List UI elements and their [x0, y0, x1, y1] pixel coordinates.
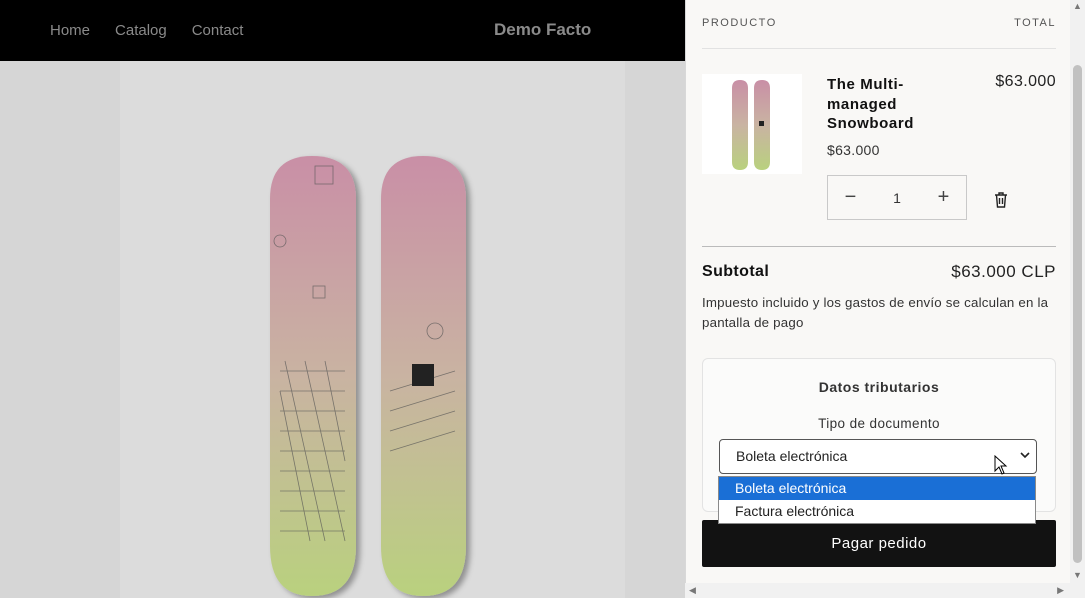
main-nav: Home Catalog Contact: [50, 0, 243, 61]
cart-item-price: $63.000: [827, 142, 880, 158]
column-header-product: PRODUCTO: [702, 17, 777, 29]
checkout-button[interactable]: Pagar pedido: [702, 520, 1056, 567]
scroll-down-arrow-icon[interactable]: ▼: [1073, 570, 1082, 580]
trash-icon[interactable]: [994, 192, 1008, 208]
nav-contact[interactable]: Contact: [192, 22, 244, 39]
scrollbar-corner: [1070, 583, 1085, 598]
nav-catalog[interactable]: Catalog: [115, 22, 167, 39]
tax-data-title: Datos tributarios: [818, 379, 940, 395]
document-type-select[interactable]: Boleta electrónica: [719, 439, 1037, 474]
option-factura[interactable]: Factura electrónica: [719, 500, 1035, 523]
document-type-label: Tipo de documento: [818, 416, 940, 431]
vertical-scrollbar[interactable]: ▲ ▼: [1070, 0, 1085, 583]
scroll-up-arrow-icon[interactable]: ▲: [1073, 1, 1082, 11]
scroll-right-arrow-icon[interactable]: ▶: [1057, 585, 1064, 596]
document-type-selected-value: Boleta electrónica: [736, 448, 848, 464]
mouse-cursor-icon: [994, 455, 1008, 475]
subtotal-label: Subtotal: [702, 263, 770, 280]
snowboard-image: [270, 156, 466, 596]
product-image-area: [0, 61, 685, 598]
quantity-stepper: − 1 +: [827, 175, 967, 220]
option-boleta[interactable]: Boleta electrónica: [719, 477, 1035, 500]
quantity-input[interactable]: 1: [875, 190, 920, 206]
subtotal-value: $63.000 CLP: [951, 262, 1056, 281]
nav-home[interactable]: Home: [50, 22, 90, 39]
brand-logo-text[interactable]: Demo Facto: [494, 20, 591, 40]
horizontal-scrollbar[interactable]: ◀ ▶: [685, 583, 1070, 598]
vertical-scroll-thumb[interactable]: [1073, 65, 1082, 563]
divider: [702, 48, 1056, 49]
cart-item-thumbnail[interactable]: [702, 74, 802, 174]
divider: [702, 246, 1056, 247]
chevron-down-icon: [1020, 452, 1030, 459]
document-type-options: Boleta electrónica Factura electrónica: [718, 476, 1036, 524]
cart-item-line-total: $63.000: [995, 73, 1056, 90]
cart-item-title[interactable]: The Multi-managed Snowboard: [827, 75, 947, 134]
increase-quantity-button[interactable]: +: [921, 186, 966, 209]
column-header-total: TOTAL: [1014, 17, 1056, 29]
snowboard-thumbnail-image: [732, 80, 770, 170]
site-header: Home Catalog Contact Demo Facto: [0, 0, 685, 61]
scroll-left-arrow-icon[interactable]: ◀: [689, 585, 696, 596]
product-image: [120, 61, 625, 598]
decrease-quantity-button[interactable]: −: [828, 186, 873, 209]
tax-shipping-note: Impuesto incluido y los gastos de envío …: [702, 295, 1049, 330]
